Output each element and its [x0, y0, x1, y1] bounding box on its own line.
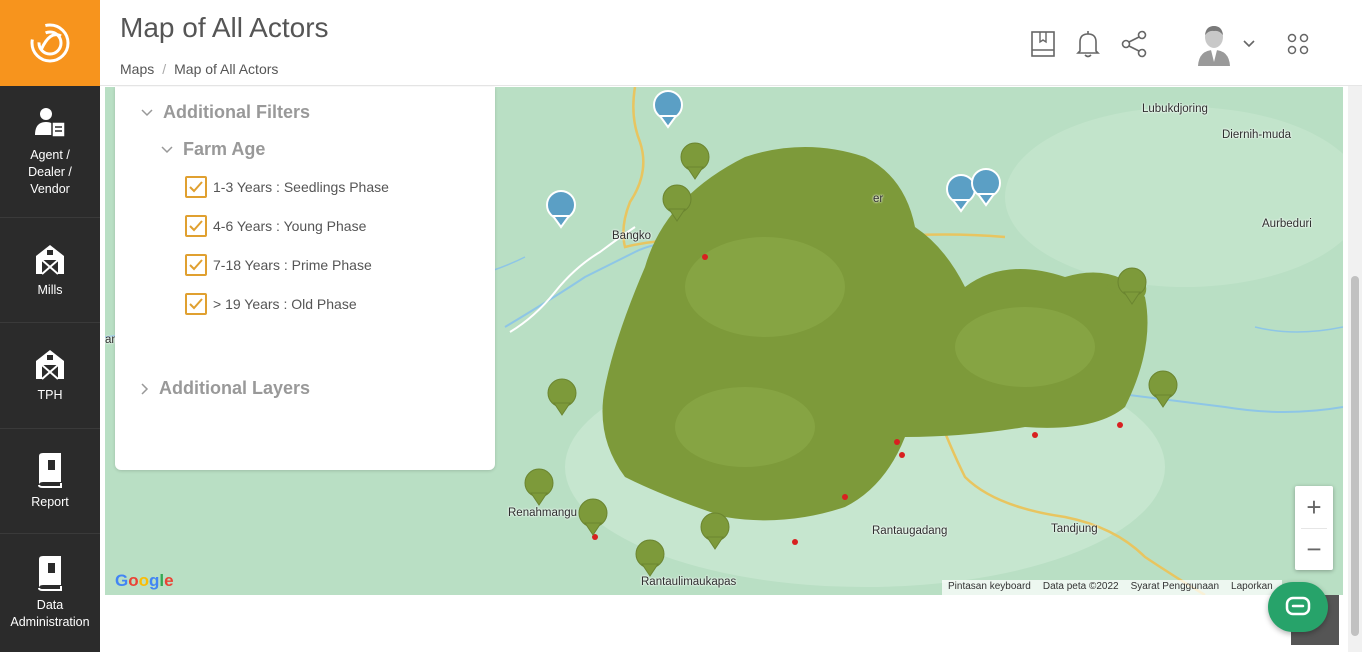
zoom-out-button[interactable]: −	[1295, 528, 1333, 570]
sidebar-item-label: Mills	[37, 282, 63, 297]
farm-age-option-label: 7-18 Years : Prime Phase	[213, 257, 372, 273]
zoom-controls: + −	[1295, 486, 1333, 570]
map-place-label: er	[873, 193, 884, 205]
farm-age-toggle[interactable]: Farm Age	[161, 139, 265, 160]
google-logo: Google	[115, 571, 174, 590]
barn-icon	[36, 244, 64, 275]
map-attribution: Pintasan keyboard Data peta ©2022 Syarat…	[942, 580, 1282, 595]
sidebar-item-label: Report	[31, 494, 69, 509]
sidebar-item-label: Data	[36, 598, 64, 612]
scrollbar-thumb[interactable]	[1351, 276, 1359, 636]
farm-age-option-label: 1-3 Years : Seedlings Phase	[213, 179, 389, 195]
breadcrumb-item-current: Map of All Actors	[174, 61, 279, 77]
sidebar-item-label: Agent /	[30, 148, 70, 162]
breadcrumb: Maps / Map of All Actors	[120, 61, 278, 77]
additional-layers-label: Additional Layers	[159, 378, 311, 398]
app-root: Agent / Dealer / Vendor Mills TPH Report…	[0, 0, 1362, 652]
barn-icon	[36, 350, 64, 380]
check-icon	[189, 181, 203, 193]
terms-link[interactable]: Syarat Penggunaan	[1131, 581, 1219, 594]
checkbox-checked[interactable]	[185, 293, 207, 315]
map-data-text: Data peta ©2022	[1042, 581, 1119, 592]
sidebar-item-mills[interactable]: Mills	[0, 218, 100, 323]
brand-logo[interactable]	[0, 0, 100, 86]
zoom-in-button[interactable]: +	[1295, 486, 1333, 528]
farm-age-option-label: 4-6 Years : Young Phase	[213, 218, 367, 234]
chat-button[interactable]	[1268, 582, 1328, 632]
share-icon[interactable]	[1120, 30, 1148, 58]
map-place-label: Rantaulimaukapas	[641, 576, 737, 588]
farm-age-option[interactable]: 4-6 Years : Young Phase	[185, 215, 366, 237]
additional-layers-toggle[interactable]: Additional Layers	[141, 378, 310, 399]
check-icon	[189, 298, 203, 310]
data-icon	[38, 556, 62, 591]
sidebar-item-label: Vendor	[30, 182, 70, 196]
sidebar-item-report[interactable]: Report	[0, 429, 100, 534]
farm-age-option-label: > 19 Years : Old Phase	[213, 296, 357, 312]
sidebar-item-label: TPH	[37, 388, 63, 402]
check-icon	[189, 259, 203, 271]
zoom-divider	[1301, 528, 1327, 529]
checkbox-checked[interactable]	[185, 176, 207, 198]
page-scrollbar[interactable]	[1348, 86, 1362, 652]
report-link[interactable]: Laporkan	[1231, 581, 1273, 594]
breadcrumb-separator: /	[162, 61, 167, 77]
brand-logo-icon	[30, 23, 70, 63]
sidebar-item-label: Administration	[10, 615, 90, 629]
map-place-label: Bangko	[612, 230, 652, 242]
farm-age-option[interactable]: 7-18 Years : Prime Phase	[185, 254, 372, 276]
breadcrumb-item-maps[interactable]: Maps	[120, 61, 154, 77]
checkbox-checked[interactable]	[185, 254, 207, 276]
map-place-label: Diernih-muda	[1222, 129, 1292, 141]
page-header: Map of All Actors Maps / Map of All Acto…	[100, 0, 1362, 86]
chat-icon	[1285, 596, 1311, 616]
chevron-down-icon	[141, 108, 153, 116]
book-icon[interactable]	[1030, 30, 1056, 58]
additional-filters-toggle[interactable]: Additional Filters	[141, 102, 310, 123]
apps-grid-icon[interactable]	[1287, 33, 1309, 55]
map-place-label: Rantaugadang	[872, 525, 948, 537]
map-place-label: Aurbeduri	[1262, 218, 1312, 230]
map-place-label: Tandjung	[1051, 523, 1098, 535]
chevron-right-icon	[141, 382, 149, 395]
checkbox-checked[interactable]	[185, 215, 207, 237]
avatar[interactable]	[1197, 24, 1231, 66]
farm-age-option[interactable]: 1-3 Years : Seedlings Phase	[185, 176, 389, 198]
agent-icon	[35, 108, 66, 138]
report-icon	[38, 452, 62, 488]
sidebar-item-data-administration[interactable]: Data Administration	[0, 534, 100, 652]
chevron-down-icon[interactable]	[1243, 40, 1255, 48]
bell-icon[interactable]	[1075, 30, 1101, 58]
map-place-label: Renahmangu	[508, 507, 578, 519]
sidebar: Agent / Dealer / Vendor Mills TPH Report…	[0, 0, 100, 652]
chevron-down-icon	[161, 145, 173, 153]
keyboard-shortcuts-link[interactable]: Pintasan keyboard	[948, 581, 1031, 594]
sidebar-item-agent-dealer-vendor[interactable]: Agent / Dealer / Vendor	[0, 86, 100, 218]
farm-age-option[interactable]: > 19 Years : Old Phase	[185, 293, 357, 315]
filter-panel: Additional Filters Farm Age 1-3 Years : …	[115, 87, 495, 470]
map-place-label: Lubukdjoring	[1142, 103, 1208, 115]
farm-age-label: Farm Age	[183, 139, 266, 159]
sidebar-item-tph[interactable]: TPH	[0, 323, 100, 429]
page-title: Map of All Actors	[120, 12, 329, 43]
sidebar-item-label: Dealer /	[28, 165, 72, 179]
additional-filters-label: Additional Filters	[163, 102, 311, 122]
check-icon	[189, 220, 203, 232]
